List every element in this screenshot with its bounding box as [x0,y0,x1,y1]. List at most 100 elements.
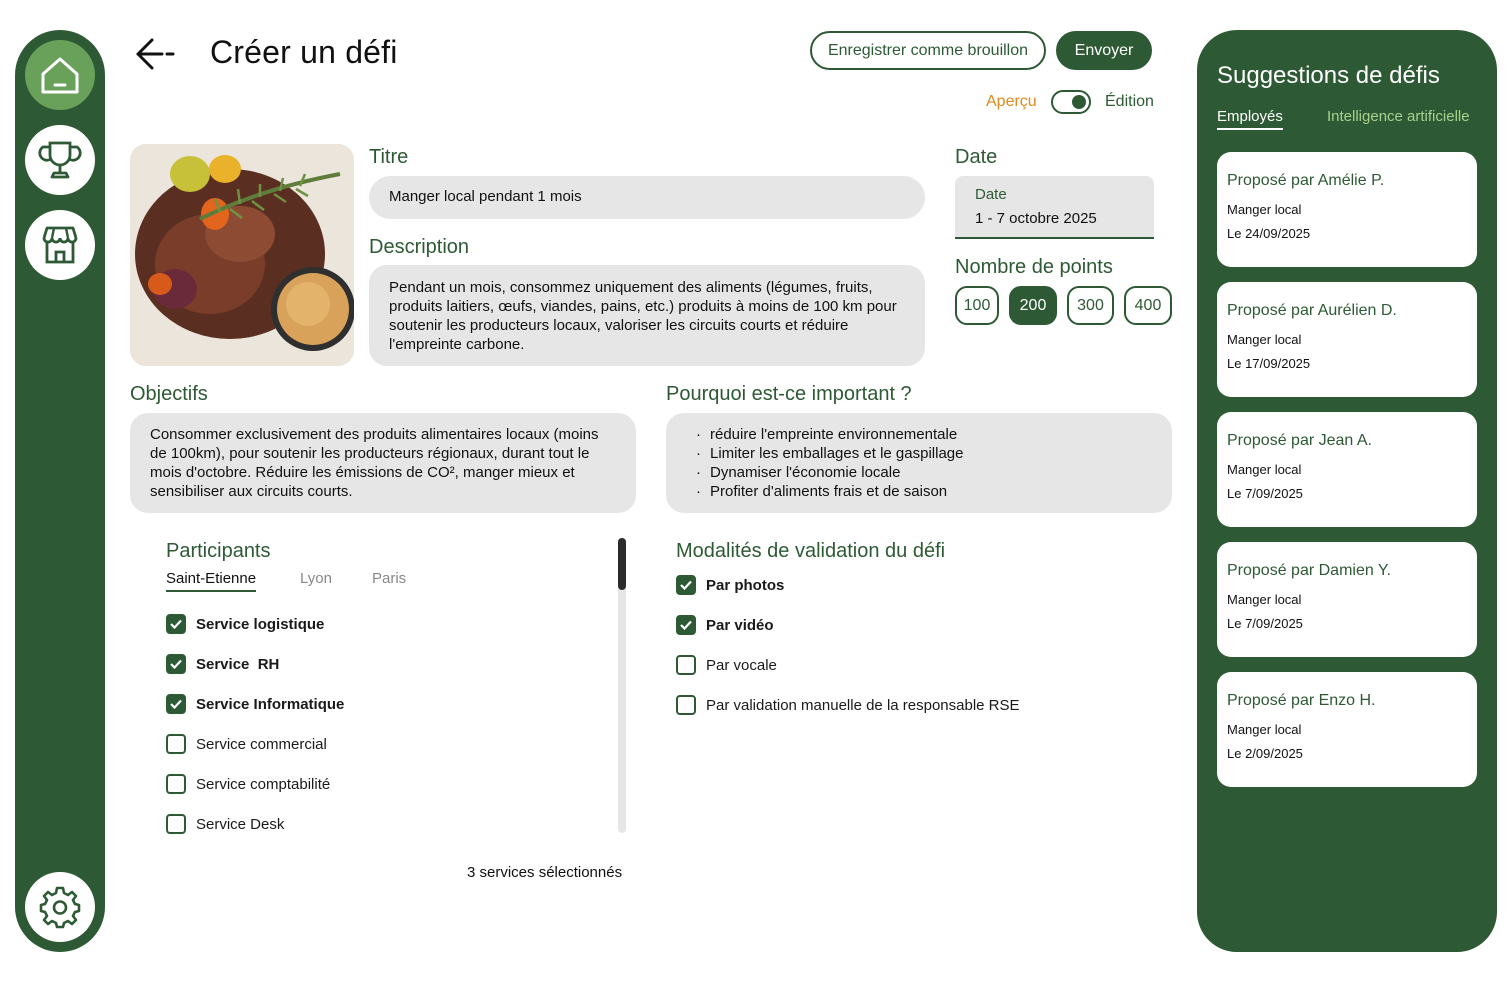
checkbox-checked-icon [166,614,186,634]
why-item: Profiter d'aliments frais et de saison [696,482,1142,501]
points-option-100[interactable]: 100 [955,286,999,325]
suggestion-card[interactable]: Proposé par Jean A. Manger local Le 7/09… [1217,412,1477,527]
validation-video-checkbox[interactable]: Par vidéo [676,615,774,635]
tab-employes[interactable]: Employés [1217,108,1283,130]
participants-scrollbar[interactable] [618,538,626,833]
suggestion-topic: Manger local [1227,462,1302,477]
points-option-400[interactable]: 400 [1124,286,1172,325]
edit-label[interactable]: Édition [1105,93,1154,111]
suggestion-author: Proposé par Enzo H. [1227,692,1376,709]
challenge-image[interactable] [130,144,354,366]
gear-icon [39,886,81,929]
date-field-label: Date [975,186,1007,203]
date-label: Date [955,146,998,168]
suggestion-date: Le 7/09/2025 [1227,616,1303,631]
checkbox-checked-icon [166,654,186,674]
selected-count: 3 services sélectionnés [467,864,623,881]
why-item: réduire l'empreinte environnementale [696,425,1142,444]
checkbox-checked-icon [676,575,696,595]
description-label: Description [369,236,470,258]
checkbox-empty-icon [166,734,186,754]
checkbox-empty-icon [676,695,696,715]
service-rh-checkbox[interactable]: Service RH [166,654,279,674]
validation-option-label: Par photos [706,576,785,594]
validation-option-label: Par validation manuelle de la responsabl… [706,696,1020,714]
validation-photos-checkbox[interactable]: Par photos [676,575,784,595]
back-arrow-icon[interactable] [132,36,178,72]
suggestion-author: Proposé par Aurélien D. [1227,302,1397,319]
suggestion-date: Le 17/09/2025 [1227,356,1311,371]
nav-challenges-button[interactable] [25,125,95,195]
service-comptabilite-checkbox[interactable]: Service comptabilité [166,774,330,794]
preview-edit-toggle[interactable] [1051,90,1091,114]
service-label: Service Informatique [196,695,345,713]
validation-option-label: Par vidéo [706,616,774,634]
suggestions-panel: Suggestions de défis Employés Intelligen… [1197,30,1497,952]
checkbox-empty-icon [166,774,186,794]
title-label: Titre [369,146,409,168]
suggestion-date: Le 2/09/2025 [1227,746,1303,761]
why-item: Limiter les emballages et le gaspillage [696,444,1142,463]
suggestion-date: Le 7/09/2025 [1227,486,1303,501]
tab-lyon[interactable]: Lyon [300,570,332,587]
tab-paris[interactable]: Paris [372,570,406,587]
toggle-knob [1072,95,1086,109]
service-label: Service comptabilité [196,775,331,793]
points-option-300[interactable]: 300 [1067,286,1114,325]
home-icon [41,57,79,94]
participants-label: Participants [166,540,271,562]
validation-option-label: Par vocale [706,656,777,674]
tab-saint-etienne[interactable]: Saint-Etienne [166,570,257,592]
why-list[interactable]: réduire l'empreinte environnementale Lim… [666,413,1172,513]
validation-manual-checkbox[interactable]: Par validation manuelle de la responsabl… [676,695,1020,715]
service-desk-checkbox[interactable]: Service Desk [166,814,284,834]
checkbox-checked-icon [166,694,186,714]
validation-vocale-checkbox[interactable]: Par vocale [676,655,777,675]
objectives-label: Objectifs [130,383,208,405]
objectives-textarea[interactable]: Consommer exclusivement des produits ali… [130,413,636,513]
scrollbar-thumb[interactable] [618,538,626,590]
date-input[interactable]: Date 1 - 7 octobre 2025 [955,176,1154,239]
suggestion-card[interactable]: Proposé par Amélie P. Manger local Le 24… [1217,152,1477,267]
description-textarea[interactable]: Pendant un mois, consommez uniquement de… [369,265,925,366]
service-commercial-checkbox[interactable]: Service commercial [166,734,327,754]
checkbox-checked-icon [676,615,696,635]
tab-ia[interactable]: Intelligence artificielle [1327,108,1470,125]
points-label: Nombre de points [955,256,1113,278]
suggestion-date: Le 24/09/2025 [1227,226,1311,241]
service-label: Service logistique [196,615,325,633]
suggestions-title: Suggestions de défis [1217,62,1440,89]
trophy-icon [38,141,82,179]
why-label: Pourquoi est-ce important ? [666,383,912,405]
preview-label[interactable]: Aperçu [986,93,1037,111]
checkbox-empty-icon [676,655,696,675]
suggestion-card[interactable]: Proposé par Enzo H. Manger local Le 2/09… [1217,672,1477,787]
suggestion-author: Proposé par Jean A. [1227,432,1372,449]
send-button[interactable]: Envoyer [1056,31,1152,70]
suggestion-card[interactable]: Proposé par Damien Y. Manger local Le 7/… [1217,542,1477,657]
save-draft-button[interactable]: Enregistrer comme brouillon [810,31,1046,70]
title-input[interactable]: Manger local pendant 1 mois [369,176,925,219]
nav-store-button[interactable] [25,210,95,280]
suggestion-topic: Manger local [1227,722,1302,737]
store-icon [42,226,78,264]
points-option-200[interactable]: 200 [1009,286,1057,325]
suggestion-topic: Manger local [1227,592,1302,607]
nav-settings-button[interactable] [25,872,95,942]
suggestion-topic: Manger local [1227,332,1302,347]
service-informatique-checkbox[interactable]: Service Informatique [166,694,344,714]
date-value: 1 - 7 octobre 2025 [975,210,1097,227]
checkbox-empty-icon [166,814,186,834]
nav-home-button[interactable] [25,40,95,110]
service-label: Service Desk [196,815,285,833]
suggestion-card[interactable]: Proposé par Aurélien D. Manger local Le … [1217,282,1477,397]
food-image [130,144,354,366]
left-navigation [15,30,105,952]
suggestion-author: Proposé par Damien Y. [1227,562,1391,579]
page-title: Créer un défi [210,34,398,70]
suggestion-topic: Manger local [1227,202,1302,217]
service-logistique-checkbox[interactable]: Service logistique [166,614,324,634]
why-item: Dynamiser l'économie locale [696,463,1142,482]
validation-label: Modalités de validation du défi [676,540,946,562]
service-label: Service RH [196,655,280,673]
